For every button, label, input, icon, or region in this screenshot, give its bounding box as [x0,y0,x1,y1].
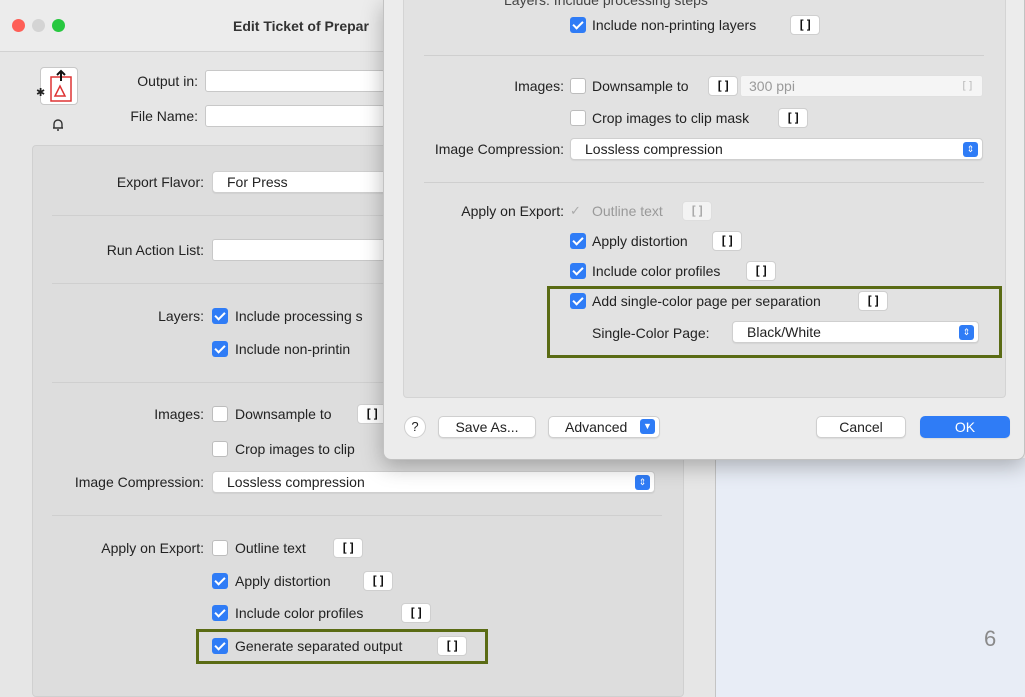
outline-text-label: Outline text [592,203,663,219]
divider [52,215,392,216]
include-non-printing-checkbox[interactable] [212,341,228,357]
chevron-updown-icon: ⇕ [963,142,978,157]
crop-variable-button[interactable]: [] [778,108,809,128]
apply-on-export-label: Apply on Export: [461,203,564,219]
include-non-printing-label: Include non-printin [235,341,351,357]
apply-on-export-label: Apply on Export: [101,540,204,556]
filename-field[interactable] [205,105,385,127]
layers-partial-label: Layers: Include processing steps [504,0,708,8]
layers-label: Layers: [158,308,204,324]
slide-background [716,458,1025,697]
color-profiles-variable-button[interactable]: [] [401,603,432,623]
generate-separated-label: Generate separated output [235,638,403,654]
chevron-updown-icon: ⇕ [959,325,974,340]
downsample-label: Downsample to [235,406,332,422]
output-field[interactable] [205,70,385,92]
downsample-checkbox[interactable] [212,406,228,422]
apply-distortion-label: Apply distortion [592,233,688,249]
downsample-checkbox[interactable] [570,78,586,94]
distortion-variable-button[interactable]: [] [363,571,394,591]
divider [52,382,392,383]
pdf-export-icon[interactable] [40,67,78,105]
advanced-settings-sheet: Layers: Include processing steps Include… [383,0,1025,460]
non-printing-variable-button[interactable]: [] [790,15,821,35]
downsample-label: Downsample to [592,78,689,94]
include-color-profiles-label: Include color profiles [235,605,364,621]
chevron-down-icon: ▼ [640,419,655,434]
advanced-label: Advanced [565,419,628,435]
image-compression-value: Lossless compression [585,141,723,157]
generate-separated-checkbox[interactable] [212,638,228,654]
export-flavor-select[interactable]: For Press [212,171,392,193]
output-label: Output in: [137,73,198,89]
ppi-field[interactable]: 300 ppi [] [740,75,983,97]
run-action-label: Run Action List: [106,242,204,258]
include-non-printing-checkbox[interactable] [570,17,586,33]
single-color-page-label: Add single-color page per separation [592,293,821,309]
outline-text-label: Outline text [235,540,306,556]
divider [52,283,392,284]
run-action-field[interactable] [212,239,392,261]
close-window-button[interactable] [12,19,25,32]
single-color-page-select[interactable]: Black/White ⇕ [732,321,979,343]
ppi-variable-icon[interactable]: [] [961,79,974,92]
outline-variable-button[interactable]: [] [333,538,364,558]
ok-button[interactable]: OK [920,416,1010,438]
crop-images-label: Crop images to clip mask [592,110,750,126]
apply-distortion-checkbox[interactable] [570,233,586,249]
image-compression-label: Image Compression: [74,474,204,490]
crop-images-checkbox[interactable] [570,110,586,126]
save-as-button[interactable]: Save As... [438,416,536,438]
single-color-page-value: Black/White [747,324,821,340]
include-processing-checkbox[interactable] [212,308,228,324]
single-color-variable-button[interactable]: [] [858,291,889,311]
chevron-updown-icon: ⇕ [635,475,650,490]
distortion-variable-button[interactable]: [] [712,231,743,251]
divider [424,55,984,56]
gear-icon[interactable]: ✱ [36,86,45,99]
outline-text-checkbox[interactable]: ✓ [570,203,581,219]
export-flavor-value: For Press [227,174,288,190]
filename-label: File Name: [130,108,198,124]
divider [52,515,662,516]
outline-text-checkbox[interactable] [212,540,228,556]
minimize-window-button[interactable] [32,19,45,32]
window-title: Edit Ticket of Prepar [233,18,369,34]
image-compression-select[interactable]: Lossless compression ⇕ [212,471,655,493]
separated-variable-button[interactable]: [] [437,636,468,656]
downsample-variable-button[interactable]: [] [708,76,739,96]
color-profiles-variable-button[interactable]: [] [746,261,777,281]
include-processing-label: Include processing s [235,308,363,324]
zoom-window-button[interactable] [52,19,65,32]
advanced-button[interactable]: Advanced ▼ [548,416,660,438]
cancel-button[interactable]: Cancel [816,416,906,438]
single-color-page-select-label: Single-Color Page: [592,325,710,341]
bell-icon[interactable] [51,118,65,137]
image-compression-value: Lossless compression [227,474,365,490]
apply-distortion-label: Apply distortion [235,573,331,589]
include-color-profiles-checkbox[interactable] [212,605,228,621]
single-color-page-checkbox[interactable] [570,293,586,309]
apply-distortion-checkbox[interactable] [212,573,228,589]
include-non-printing-label: Include non-printing layers [592,17,757,33]
outline-variable-button[interactable]: [] [682,201,713,221]
slide-page-number: 6 [984,626,997,651]
divider [424,182,984,183]
images-label: Images: [154,406,204,422]
image-compression-select[interactable]: Lossless compression ⇕ [570,138,983,160]
include-color-profiles-checkbox[interactable] [570,263,586,279]
ppi-value: 300 ppi [749,78,795,94]
export-flavor-label: Export Flavor: [116,174,204,190]
image-compression-label: Image Compression: [434,141,564,157]
images-label: Images: [514,78,564,94]
crop-images-checkbox[interactable] [212,441,228,457]
include-color-profiles-label: Include color profiles [592,263,721,279]
help-button[interactable]: ? [404,416,426,438]
crop-images-label: Crop images to clip [235,441,355,457]
